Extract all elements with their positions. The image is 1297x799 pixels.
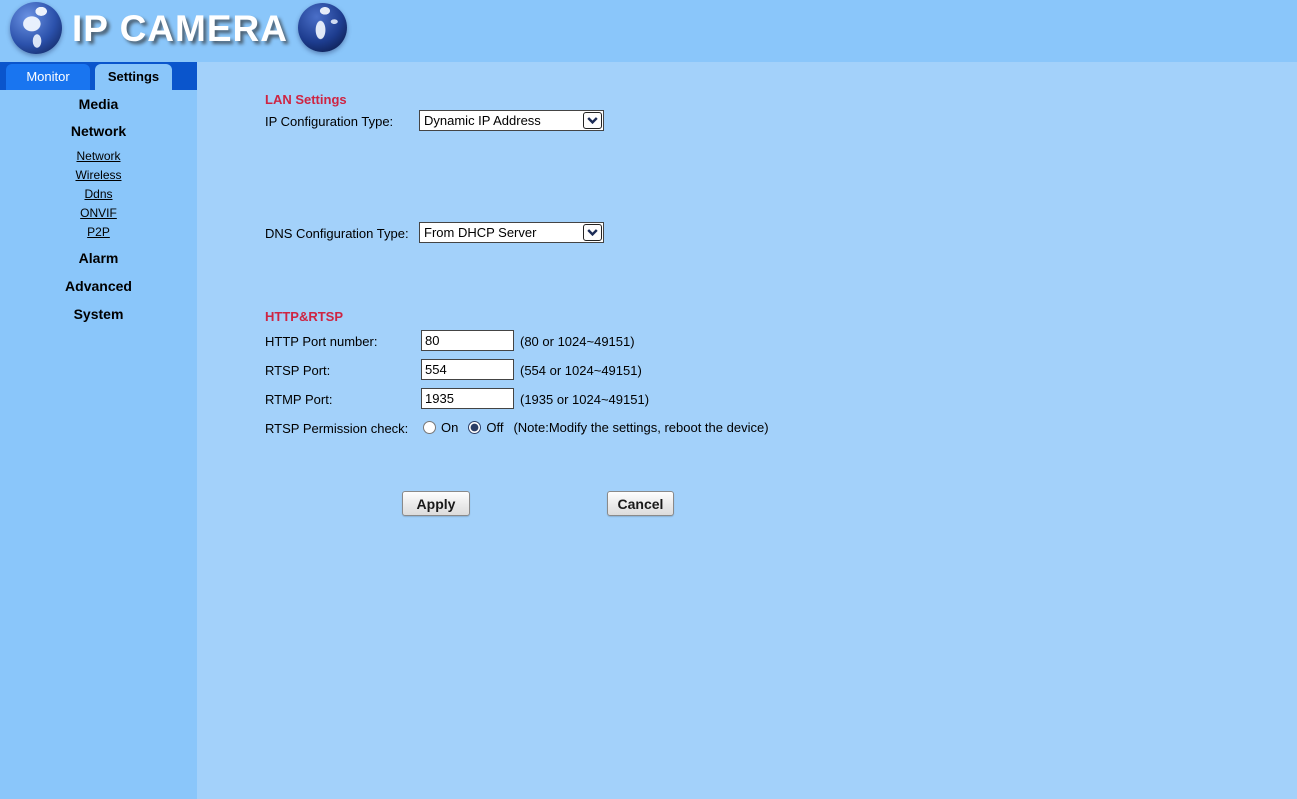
app-title: IP CAMERA <box>72 8 288 49</box>
tab-bar: Monitor Settings <box>0 62 197 90</box>
rtsp-permission-note: (Note:Modify the settings, reboot the de… <box>513 420 769 435</box>
http-port-hint: (80 or 1024~49151) <box>520 334 635 349</box>
rtsp-port-label: RTSP Port: <box>265 363 331 378</box>
sidebar-item-network[interactable]: Network <box>0 123 197 139</box>
rtmp-port-hint: (1935 or 1024~49151) <box>520 392 650 407</box>
http-port-label: HTTP Port number: <box>265 334 378 349</box>
rtsp-permission-off-label: Off <box>486 420 504 435</box>
globe-icon <box>298 3 347 52</box>
main-content: LAN Settings IP Configuration Type: Dyna… <box>197 62 1297 799</box>
ip-config-select[interactable]: Dynamic IP Address <box>419 110 604 131</box>
rtsp-permission-off-radio[interactable] <box>468 421 482 434</box>
sidebar-item-media[interactable]: Media <box>0 96 197 112</box>
chevron-down-icon <box>583 112 602 129</box>
rtsp-permission-on-radio[interactable] <box>423 421 436 434</box>
globe-icon <box>10 2 62 54</box>
http-port-input[interactable] <box>421 330 514 351</box>
sidebar: Monitor Settings Media Network Network W… <box>0 62 197 799</box>
sidebar-item-advanced[interactable]: Advanced <box>0 278 197 294</box>
tab-monitor[interactable]: Monitor <box>6 64 90 90</box>
sidebar-link-p2p[interactable]: P2P <box>0 225 197 239</box>
sidebar-link-ddns[interactable]: Ddns <box>0 187 197 201</box>
sidebar-link-onvif[interactable]: ONVIF <box>0 206 197 220</box>
rtmp-port-label: RTMP Port: <box>265 392 333 407</box>
dns-config-select[interactable]: From DHCP Server <box>419 222 604 243</box>
header: IP CAMERA <box>0 0 1297 62</box>
dns-config-value: From DHCP Server <box>424 225 537 240</box>
chevron-down-icon <box>583 224 602 241</box>
ip-config-label: IP Configuration Type: <box>265 114 394 129</box>
sidebar-link-wireless[interactable]: Wireless <box>0 168 197 182</box>
tab-settings[interactable]: Settings <box>95 64 172 90</box>
rtmp-port-input[interactable] <box>421 388 514 409</box>
rtsp-port-hint: (554 or 1024~49151) <box>520 363 642 378</box>
sidebar-link-network[interactable]: Network <box>0 149 197 163</box>
ip-config-value: Dynamic IP Address <box>424 113 541 128</box>
cancel-button[interactable]: Cancel <box>607 491 674 516</box>
sidebar-item-system[interactable]: System <box>0 306 197 322</box>
rtsp-permission-on-option[interactable]: On <box>423 420 458 435</box>
lan-settings-heading: LAN Settings <box>265 92 347 107</box>
page: IP CAMERA Monitor Settings Media Network… <box>0 0 1297 799</box>
rtsp-permission-group: On Off (Note:Modify the settings, reboot… <box>423 420 769 435</box>
rtsp-permission-off-option[interactable]: Off <box>468 420 503 435</box>
dns-config-label: DNS Configuration Type: <box>265 226 409 241</box>
sidebar-item-alarm[interactable]: Alarm <box>0 250 197 266</box>
rtsp-port-input[interactable] <box>421 359 514 380</box>
rtsp-permission-on-label: On <box>441 420 459 435</box>
http-rtsp-heading: HTTP&RTSP <box>265 309 343 324</box>
rtsp-permission-label: RTSP Permission check: <box>265 421 409 436</box>
apply-button[interactable]: Apply <box>402 491 470 516</box>
